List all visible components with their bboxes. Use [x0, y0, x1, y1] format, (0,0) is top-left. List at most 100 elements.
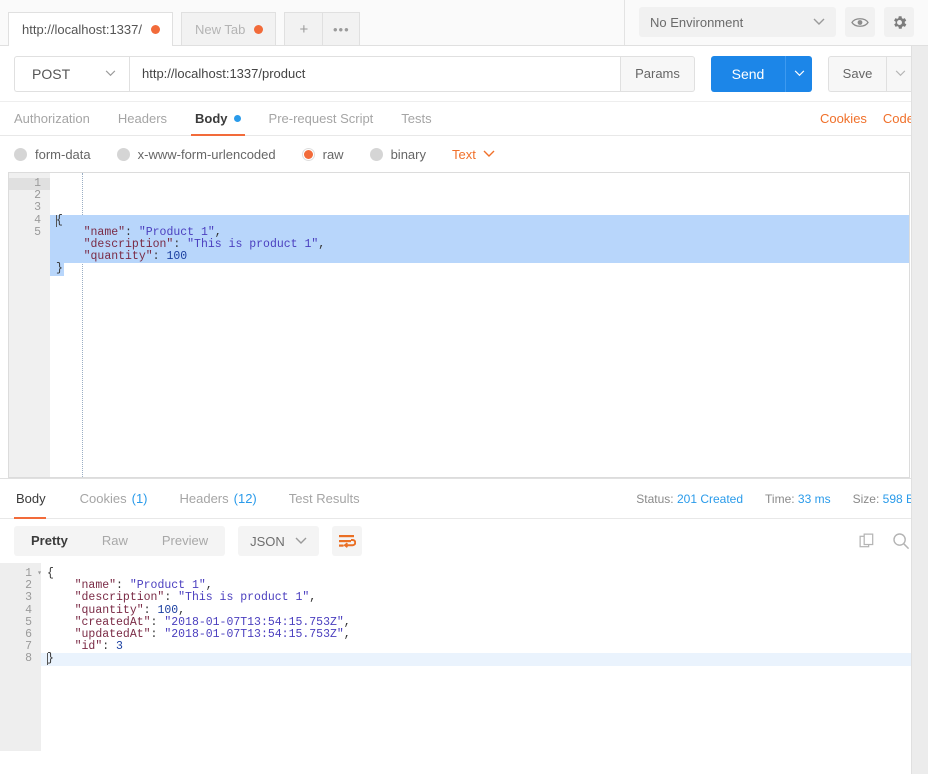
body-type-form-data[interactable]: form-data — [14, 147, 91, 162]
line-number: 6 — [0, 629, 41, 641]
save-button[interactable]: Save — [828, 56, 886, 92]
response-tab-cookies[interactable]: Cookies (1) — [64, 479, 164, 518]
code-token: } — [56, 262, 63, 275]
request-tab-2-label: New Tab — [195, 23, 245, 36]
save-options-button[interactable] — [886, 56, 914, 92]
code-token: "quantity" — [75, 604, 144, 617]
request-tab-2[interactable]: New Tab — [181, 12, 276, 45]
tab-options-button[interactable]: ••• — [322, 12, 360, 45]
request-body-code[interactable]: { "name": "Product 1", "description": "T… — [50, 173, 909, 477]
response-editor-gutter: 12345678 — [0, 563, 41, 751]
tab-pre-request-script-label: Pre-request Script — [269, 111, 374, 126]
eye-icon — [851, 16, 869, 29]
send-button[interactable]: Send — [711, 56, 785, 92]
line-number: 5 — [0, 617, 41, 629]
environment-select-value: No Environment — [650, 15, 743, 30]
code-token: , — [309, 591, 316, 604]
code-token: "This is product 1" — [178, 591, 309, 604]
code-line: } — [41, 653, 928, 665]
code-token: { — [47, 567, 54, 580]
response-tab-test-results-label: Test Results — [289, 491, 360, 506]
tab-authorization[interactable]: Authorization — [14, 102, 104, 135]
environment-quick-look-button[interactable] — [845, 7, 875, 37]
view-raw-button[interactable]: Raw — [85, 526, 145, 556]
request-editor-gutter: 12345 — [9, 173, 50, 477]
code-token: "2018-01-07T13:54:15.753Z" — [164, 616, 343, 629]
tab-tests-label: Tests — [401, 111, 431, 126]
body-type-binary-label: binary — [391, 147, 426, 162]
response-body-editor[interactable]: 12345678 { "name": "Product 1", "descrip… — [0, 563, 928, 751]
unsaved-dot-icon — [254, 25, 263, 34]
chevron-down-icon — [813, 18, 825, 26]
response-meta: Status: 201 Created Time: 33 ms Size: 59… — [636, 479, 914, 518]
code-link[interactable]: Code — [883, 111, 914, 126]
tab-headers[interactable]: Headers — [104, 102, 181, 135]
body-modified-dot-icon — [234, 115, 241, 122]
response-format-select[interactable]: JSON — [238, 526, 319, 556]
params-button[interactable]: Params — [621, 56, 695, 92]
response-tab-cookies-label: Cookies — [80, 491, 127, 506]
response-tab-headers[interactable]: Headers (12) — [164, 479, 273, 518]
gear-icon — [891, 14, 908, 31]
line-number: 8 — [0, 653, 41, 665]
radio-selected-icon — [302, 148, 315, 161]
cookies-link[interactable]: Cookies — [820, 111, 867, 126]
response-tab-headers-label: Headers — [180, 491, 229, 506]
code-token: "id" — [75, 640, 103, 653]
search-button[interactable] — [892, 532, 910, 550]
code-token: "description" — [84, 238, 174, 251]
body-type-binary[interactable]: binary — [370, 147, 426, 162]
chevron-down-icon — [105, 70, 116, 77]
code-token: "description" — [75, 591, 165, 604]
url-input[interactable] — [129, 56, 621, 92]
save-button-group: Save — [828, 56, 914, 92]
tab-headers-label: Headers — [118, 111, 167, 126]
body-type-raw[interactable]: raw — [302, 147, 344, 162]
code-token — [47, 616, 75, 629]
http-method-value: POST — [32, 66, 70, 82]
tab-bar: http://localhost:1337/ New Tab + ••• No … — [0, 0, 928, 46]
body-type-urlencoded[interactable]: x-www-form-urlencoded — [117, 147, 276, 162]
settings-button[interactable] — [884, 7, 914, 37]
copy-button[interactable] — [859, 533, 876, 550]
environment-select[interactable]: No Environment — [639, 7, 836, 37]
code-token: : — [116, 579, 130, 592]
code-token: : — [151, 616, 165, 629]
code-token — [47, 640, 75, 653]
tab-pre-request-script[interactable]: Pre-request Script — [255, 102, 388, 135]
tab-body[interactable]: Body — [181, 102, 255, 135]
right-scroll-strip[interactable] — [911, 46, 928, 774]
new-tab-button[interactable]: + — [284, 12, 322, 45]
radio-icon — [117, 148, 130, 161]
postman-window: http://localhost:1337/ New Tab + ••• No … — [0, 0, 928, 774]
raw-format-select[interactable]: Text — [452, 147, 495, 162]
code-token: "createdAt" — [75, 616, 151, 629]
request-body-editor[interactable]: 12345 { "name": "Product 1", "descriptio… — [8, 172, 910, 478]
chevron-down-icon — [794, 70, 805, 77]
response-tab-test-results[interactable]: Test Results — [273, 479, 376, 518]
line-number: 1 — [0, 568, 41, 580]
body-type-form-data-label: form-data — [35, 147, 91, 162]
word-wrap-button[interactable] — [332, 526, 362, 556]
chevron-down-icon — [483, 150, 495, 158]
request-tabs-actions: Cookies Code — [820, 102, 914, 135]
response-view-toggle: Pretty Raw Preview — [14, 526, 225, 556]
send-options-button[interactable] — [785, 56, 812, 92]
view-pretty-button[interactable]: Pretty — [14, 526, 85, 556]
body-type-urlencoded-label: x-www-form-urlencoded — [138, 147, 276, 162]
request-tab-1[interactable]: http://localhost:1337/ — [8, 12, 173, 45]
code-token: : — [151, 628, 165, 641]
tab-tests[interactable]: Tests — [387, 102, 445, 135]
line-number: 4 — [0, 605, 41, 617]
view-preview-button[interactable]: Preview — [145, 526, 225, 556]
code-token: , — [344, 628, 351, 641]
response-tab-body[interactable]: Body — [14, 479, 64, 518]
http-method-select[interactable]: POST — [14, 56, 129, 92]
raw-format-value: Text — [452, 147, 476, 162]
code-token — [47, 591, 75, 604]
line-number: 7 — [0, 641, 41, 653]
word-wrap-icon — [338, 534, 356, 549]
time-value: 33 ms — [798, 492, 831, 506]
response-body-code[interactable]: { "name": "Product 1", "description": "T… — [41, 563, 928, 751]
code-token — [56, 250, 84, 263]
